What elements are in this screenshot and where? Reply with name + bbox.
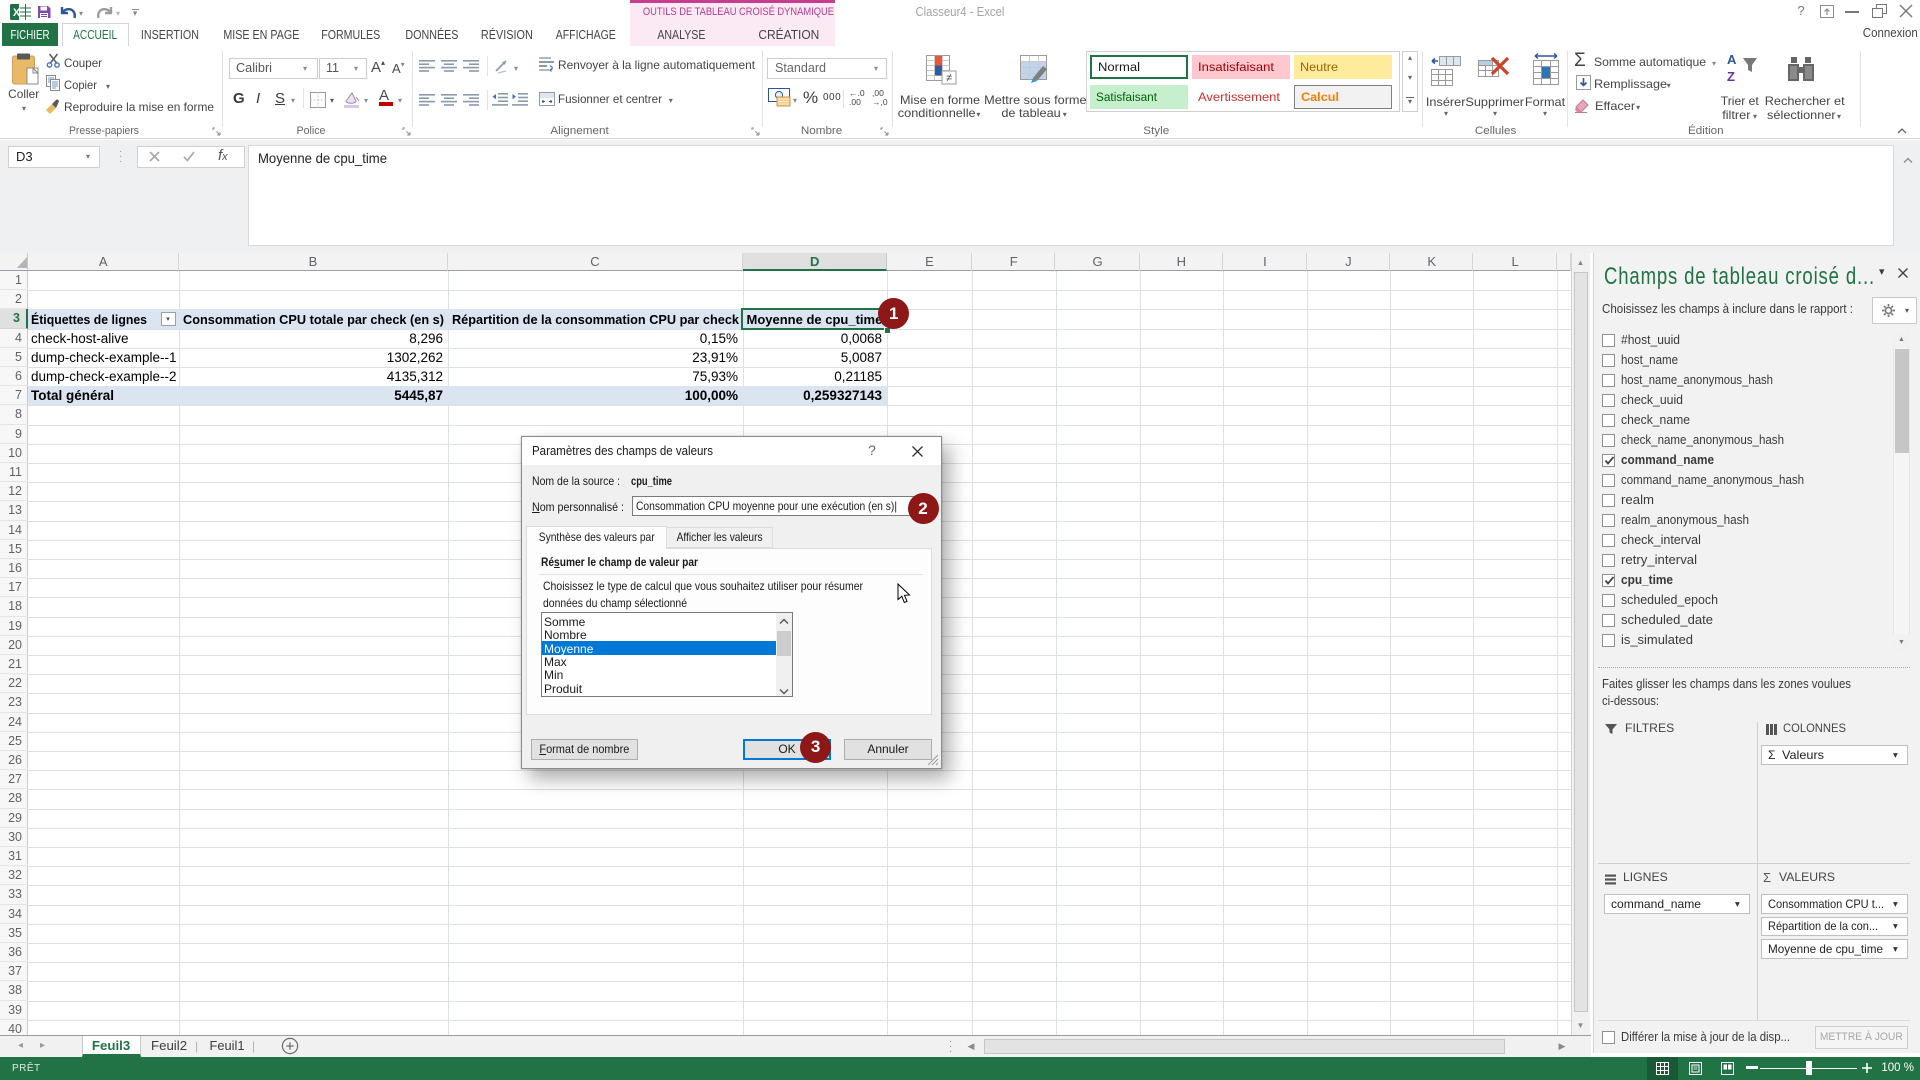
svg-text:X: X: [13, 7, 21, 19]
svg-text:≠: ≠: [946, 72, 952, 84]
